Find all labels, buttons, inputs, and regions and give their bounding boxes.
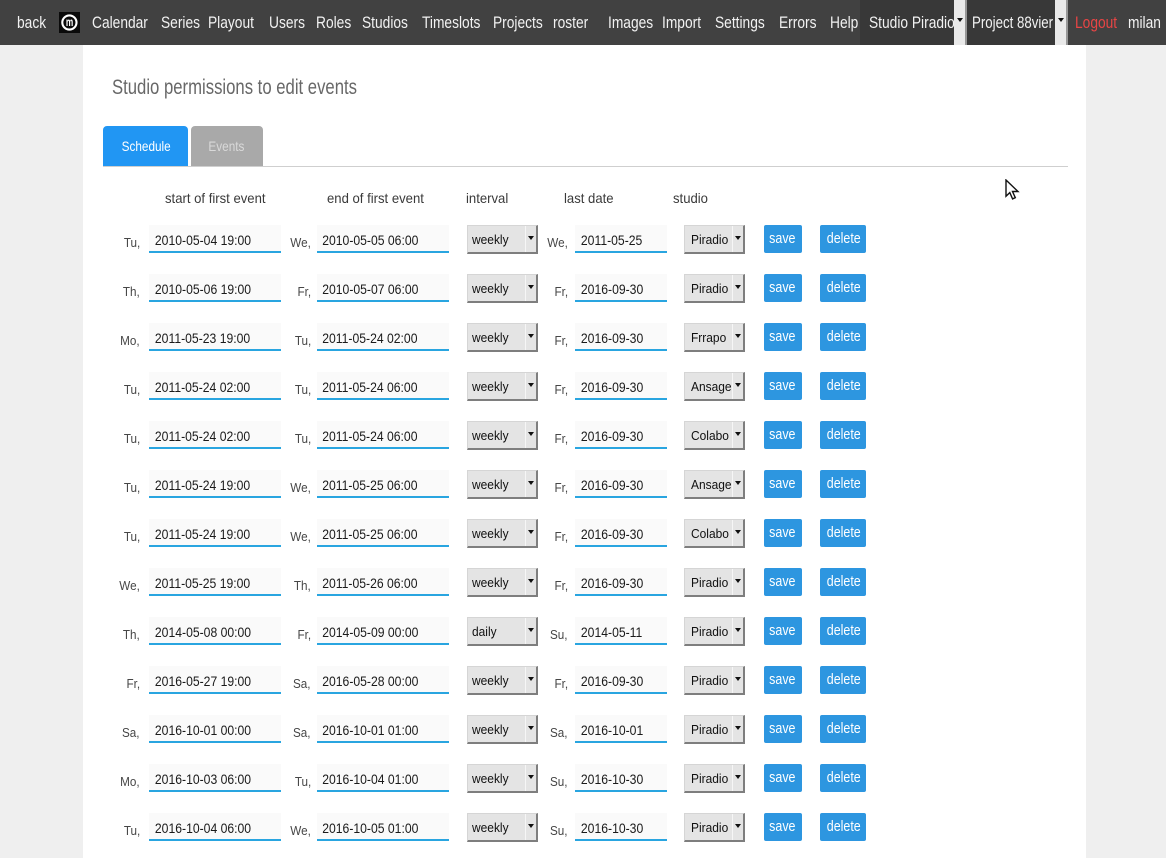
svg-text:m: m (66, 17, 73, 30)
